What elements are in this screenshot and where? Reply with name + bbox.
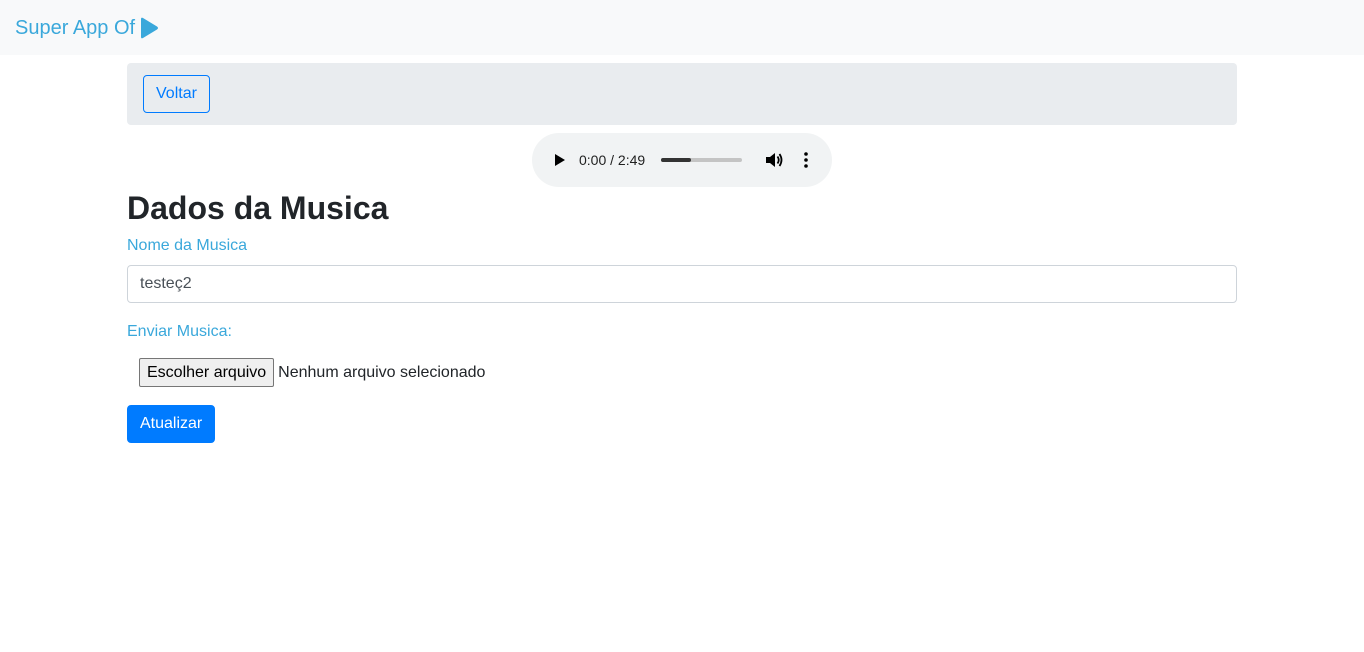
back-button[interactable]: Voltar [143,75,210,113]
file-label: Enviar Musica: [127,323,232,340]
seek-progress [661,158,691,162]
name-input[interactable] [127,265,1237,303]
brand-name: Super App Of [15,17,136,39]
file-input: Escolher arquivo Nenhum arquivo selecion… [139,358,485,387]
volume-icon[interactable] [765,152,783,168]
name-label: Nome da Musica [127,237,248,254]
update-button[interactable]: Atualizar [127,405,216,443]
navbar: Super App Of [0,0,1364,55]
more-options-icon[interactable] [802,152,810,168]
time-display: 0:00 / 2:49 [579,152,646,168]
seek-slider[interactable] [661,158,742,162]
page-title: Dados da Musica [127,190,389,226]
file-status: Nenhum arquivo selecionado [278,363,486,381]
play-icon [141,17,159,39]
choose-file-button[interactable]: Escolher arquivo [139,358,275,387]
toolbar: Voltar [127,63,1237,125]
play-icon[interactable] [555,154,565,166]
audio-player: 0:00 / 2:49 [532,133,832,187]
brand-link[interactable]: Super App Of [15,15,159,41]
